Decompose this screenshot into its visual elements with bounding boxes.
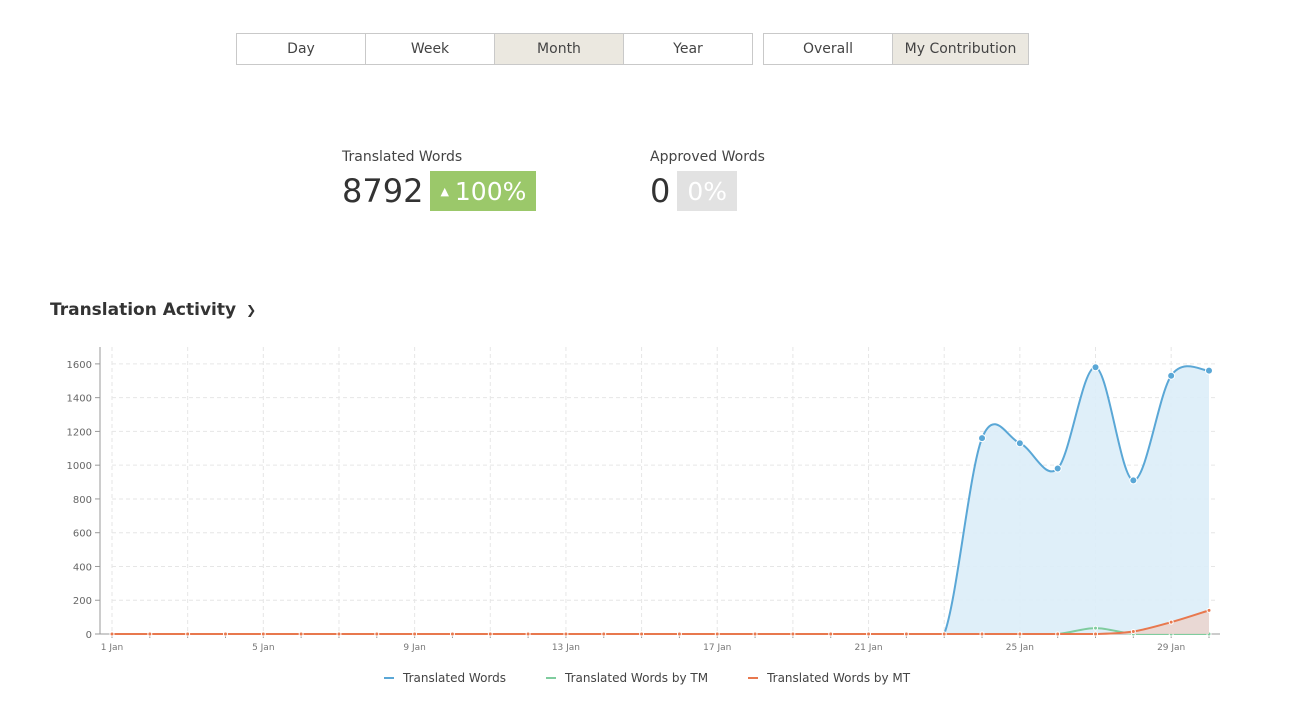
translated-words-by-mt-point <box>1168 619 1174 625</box>
translated-words-point <box>1205 366 1213 375</box>
x-tick-label: 17 Jan <box>703 643 731 653</box>
translated-words-by-mt-point <box>525 631 531 637</box>
legend-label: Translated Words by TM <box>565 671 709 685</box>
translated-words-by-mt-point <box>941 631 947 637</box>
y-tick-label: 1400 <box>67 394 92 405</box>
legend-swatch <box>384 677 394 679</box>
x-tick-label: 29 Jan <box>1157 643 1185 653</box>
y-tick-label: 200 <box>73 596 92 607</box>
translated-words-by-mt-point <box>412 631 418 637</box>
y-tick-label: 800 <box>73 495 92 506</box>
translated-words-by-mt-point <box>1017 631 1023 637</box>
translation-activity-chart: 0 200 400 600 800 1000 1200 1400 1600 1 Jan 5 Jan 9… <box>67 347 1220 653</box>
legend-swatch <box>546 677 557 679</box>
y-tick-label: 1000 <box>67 461 92 472</box>
translated-words-by-mt-point <box>1206 607 1212 613</box>
x-tick-label: 5 Jan <box>252 643 274 653</box>
translated-words-by-mt-point <box>563 631 569 637</box>
translated-words-point <box>1129 476 1138 485</box>
translated-words-point <box>978 434 987 443</box>
translated-words-by-mt-point <box>260 631 266 637</box>
legend-label: Translated Words <box>403 671 507 685</box>
translated-words-by-mt-point <box>676 631 682 637</box>
translated-words-by-mt-point <box>714 631 720 637</box>
y-tick-label: 400 <box>73 562 92 573</box>
translated-words-by-mt-point <box>109 631 115 637</box>
translated-words-by-mt-point <box>147 631 153 637</box>
translated-words-point <box>1015 439 1024 448</box>
translated-words-point <box>1167 371 1176 380</box>
y-tick-label: 600 <box>73 529 92 540</box>
translated-words-by-mt-point <box>449 631 455 637</box>
legend-label: Translated Words by MT <box>767 671 911 685</box>
translated-words-by-mt-point <box>903 631 909 637</box>
translated-words-by-tm-point <box>1093 625 1099 631</box>
translated-words-by-mt-point <box>298 631 304 637</box>
x-tick-label: 13 Jan <box>552 643 580 653</box>
translated-words-by-mt-point <box>790 631 796 637</box>
y-tick-label: 1200 <box>67 427 92 438</box>
translated-words-by-mt-point <box>639 631 645 637</box>
legend-item[interactable]: Translated Words by MT <box>748 671 910 685</box>
chart-legend: Translated Words Translated Words by TM Tr… <box>384 671 950 685</box>
translated-words-by-mt-point <box>601 631 607 637</box>
translated-words-by-mt-point <box>185 631 191 637</box>
translated-words-point <box>1053 464 1062 473</box>
translated-words-by-mt-point <box>1130 628 1136 634</box>
translated-words-by-mt-point <box>1093 631 1099 637</box>
x-tick-label: 9 Jan <box>403 643 425 653</box>
legend-item[interactable]: Translated Words <box>384 671 506 685</box>
y-tick-label: 0 <box>86 630 92 641</box>
translated-words-point <box>1091 363 1100 372</box>
x-tick-label: 1 Jan <box>101 643 123 653</box>
translated-words-by-mt-point <box>487 631 493 637</box>
y-tick-label: 1600 <box>67 360 92 371</box>
translated-words-by-mt-point <box>336 631 342 637</box>
legend-swatch <box>748 677 759 679</box>
legend-item[interactable]: Translated Words by TM <box>546 671 708 685</box>
translated-words-by-mt-point <box>222 631 228 637</box>
translated-words-by-mt-point <box>374 631 380 637</box>
x-tick-label: 25 Jan <box>1006 643 1034 653</box>
translated-words-area <box>112 366 1209 634</box>
translated-words-by-mt-point <box>828 631 834 637</box>
x-tick-label: 21 Jan <box>854 643 882 653</box>
translated-words-by-mt-point <box>979 631 985 637</box>
translated-words-by-mt-point <box>752 631 758 637</box>
translated-words-by-mt-point <box>866 631 872 637</box>
translated-words-by-mt-point <box>1055 631 1061 637</box>
